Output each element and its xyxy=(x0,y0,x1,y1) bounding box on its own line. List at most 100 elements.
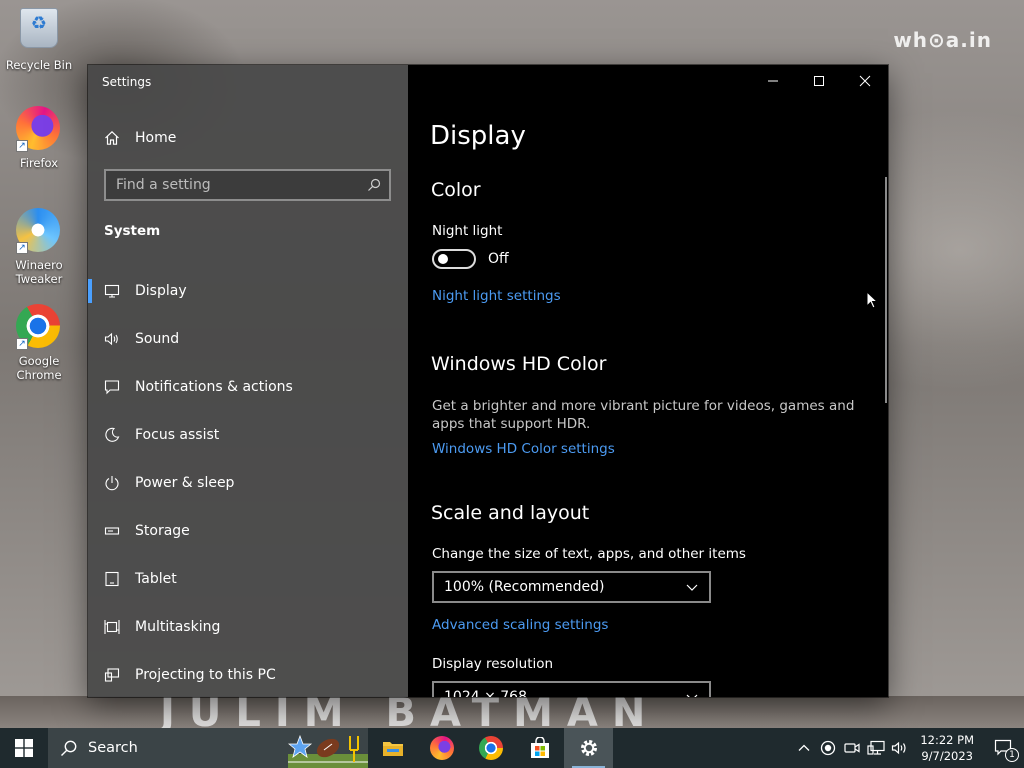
start-button[interactable] xyxy=(0,728,48,768)
desktop-icon-chrome[interactable]: ↗ Google Chrome xyxy=(3,304,75,382)
search-highlight-icon xyxy=(287,728,368,768)
close-button[interactable] xyxy=(842,65,888,97)
taskbar-firefox[interactable] xyxy=(417,728,466,768)
sidebar-item-projecting[interactable]: Projecting to this PC xyxy=(88,651,408,697)
taskbar-search-box[interactable]: Search xyxy=(48,728,368,768)
night-light-toggle[interactable] xyxy=(432,249,476,269)
power-icon xyxy=(105,476,119,491)
system-tray: 12:22 PM 9/7/2023 1 xyxy=(792,728,1024,768)
shortcut-arrow-icon: ↗ xyxy=(16,140,28,152)
home-label: Home xyxy=(135,130,177,146)
home-icon xyxy=(105,130,119,145)
desktop-icon-label: Google Chrome xyxy=(16,354,62,382)
chrome-icon xyxy=(478,736,503,760)
resolution-dropdown[interactable]: 1024 × 768 xyxy=(432,681,711,697)
sidebar-item-label: Multitasking xyxy=(135,619,221,635)
chevron-up-icon xyxy=(798,744,810,751)
tray-record-button[interactable] xyxy=(816,728,840,768)
color-heading: Color xyxy=(431,179,481,201)
sidebar-nav: Display Sound Notifications & actions Fo… xyxy=(88,267,408,697)
sidebar-item-notifications[interactable]: Notifications & actions xyxy=(88,363,408,411)
sidebar-item-power-sleep[interactable]: Power & sleep xyxy=(88,459,408,507)
maximize-button[interactable] xyxy=(796,65,842,97)
store-icon xyxy=(530,737,549,758)
notification-count-badge: 1 xyxy=(1005,748,1019,762)
advanced-scaling-link[interactable]: Advanced scaling settings xyxy=(432,617,608,633)
sidebar-item-sound[interactable]: Sound xyxy=(88,315,408,363)
taskbar-chrome[interactable] xyxy=(466,728,515,768)
chevron-down-icon xyxy=(686,694,698,697)
night-light-toggle-row: Off xyxy=(432,249,509,269)
tray-volume-button[interactable] xyxy=(888,728,912,768)
desktop-icon-winaero-tweaker[interactable]: ↗ Winaero Tweaker xyxy=(3,208,75,286)
sidebar-item-tablet[interactable]: Tablet xyxy=(88,555,408,603)
notifications-icon xyxy=(104,380,120,395)
show-hidden-icons-button[interactable] xyxy=(792,728,816,768)
taskbar-settings[interactable] xyxy=(564,728,613,768)
volume-icon xyxy=(892,741,906,755)
window-title: Settings xyxy=(102,75,152,89)
scale-dropdown-value: 100% (Recommended) xyxy=(444,579,605,595)
page-title: Display xyxy=(430,121,526,151)
sidebar-item-label: Sound xyxy=(135,331,180,347)
sidebar-item-storage[interactable]: Storage xyxy=(88,507,408,555)
scale-dropdown[interactable]: 100% (Recommended) xyxy=(432,571,711,603)
clock-date: 9/7/2023 xyxy=(921,749,973,763)
sidebar-item-label: Power & sleep xyxy=(135,475,235,491)
mouse-cursor-icon xyxy=(866,291,878,309)
projecting-icon xyxy=(104,668,120,682)
shortcut-arrow-icon: ↗ xyxy=(16,338,28,350)
watermark: wh⊙a.in xyxy=(893,28,992,52)
display-icon xyxy=(104,284,120,298)
night-light-settings-link[interactable]: Night light settings xyxy=(432,288,561,304)
hd-color-settings-link[interactable]: Windows HD Color settings xyxy=(432,441,615,457)
search-input[interactable] xyxy=(116,177,367,193)
display-resolution-label: Display resolution xyxy=(432,656,554,672)
night-light-state: Off xyxy=(488,251,509,267)
sidebar-item-multitasking[interactable]: Multitasking xyxy=(88,603,408,651)
sidebar-item-display[interactable]: Display xyxy=(88,267,408,315)
minimize-button[interactable] xyxy=(750,65,796,97)
tray-network-button[interactable] xyxy=(864,728,888,768)
chevron-down-icon xyxy=(686,584,698,591)
search-icon[interactable] xyxy=(367,178,381,192)
firefox-icon xyxy=(429,736,454,760)
sound-icon xyxy=(104,332,118,346)
minimize-icon xyxy=(768,80,778,82)
record-icon xyxy=(821,740,836,756)
sidebar-item-label: Tablet xyxy=(135,571,177,587)
desktop-icon-recycle-bin[interactable]: Recycle Bin xyxy=(3,8,75,72)
sidebar-item-label: Projecting to this PC xyxy=(135,667,276,683)
sidebar-section-label: System xyxy=(104,223,161,239)
recycle-bin-icon xyxy=(16,8,62,54)
desktop-icon-label: Firefox xyxy=(19,156,59,170)
winaero-tweaker-icon: ↗ xyxy=(16,208,62,254)
maximize-icon xyxy=(814,76,824,86)
window-controls xyxy=(750,65,888,97)
desktop-icon-label: Recycle Bin xyxy=(5,58,73,72)
settings-icon xyxy=(580,740,597,756)
settings-main-pane: Display Color Night light Off Night ligh… xyxy=(408,65,888,697)
taskbar-clock[interactable]: 12:22 PM 9/7/2023 xyxy=(912,732,984,764)
windows-logo-icon xyxy=(15,739,33,757)
desktop-icon-firefox[interactable]: ↗ Firefox xyxy=(3,106,75,170)
file-explorer-icon xyxy=(382,742,403,756)
sidebar-item-label: Display xyxy=(135,283,187,299)
sidebar-home[interactable]: Home xyxy=(104,127,176,149)
hd-color-description: Get a brighter and more vibrant picture … xyxy=(432,398,855,432)
sidebar-item-label: Notifications & actions xyxy=(135,379,293,395)
shortcut-arrow-icon: ↗ xyxy=(16,242,28,254)
main-scrollbar[interactable] xyxy=(885,177,887,403)
action-center-button[interactable]: 1 xyxy=(984,728,1024,768)
network-icon xyxy=(867,740,885,755)
settings-search-box[interactable] xyxy=(104,169,391,201)
taskbar-file-explorer[interactable] xyxy=(368,728,417,768)
sidebar-item-focus-assist[interactable]: Focus assist xyxy=(88,411,408,459)
scale-layout-heading: Scale and layout xyxy=(431,502,590,524)
hd-color-heading: Windows HD Color xyxy=(431,353,607,375)
scale-size-label: Change the size of text, apps, and other… xyxy=(432,546,746,562)
focus-assist-icon xyxy=(105,427,120,442)
tray-meet-button[interactable] xyxy=(840,728,864,768)
taskbar-store[interactable] xyxy=(515,728,564,768)
chrome-icon: ↗ xyxy=(16,304,62,350)
